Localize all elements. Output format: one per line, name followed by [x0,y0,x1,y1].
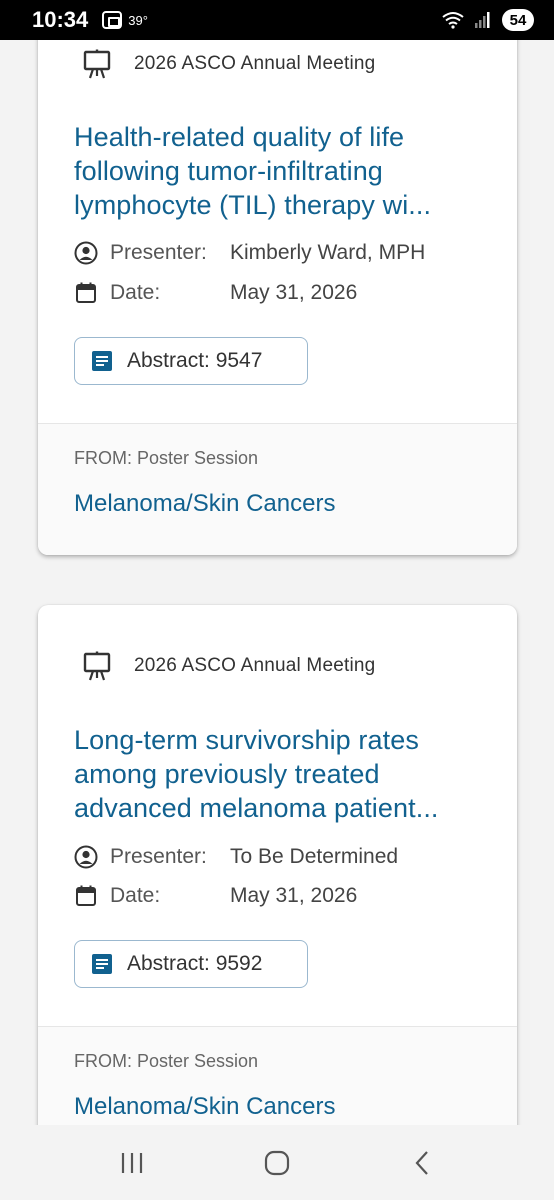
session-category-link[interactable]: Melanoma/Skin Cancers [74,490,335,518]
card-footer: FROM: Poster Session Melanoma/Skin Cance… [38,424,517,555]
person-icon [74,845,98,869]
recent-apps-button[interactable] [112,1143,152,1183]
presenter-name: To Be Determined [230,845,399,868]
title-line: Long-term survivorship rates [74,725,419,755]
session-card[interactable]: 2026 ASCO Annual Meeting Health-related … [38,40,517,555]
status-time: 10:34 [32,7,89,32]
title-line: among previously treated [74,759,380,789]
back-button[interactable] [402,1143,442,1183]
card-footer: FROM: Poster Session Melanoma/Skin Cance… [38,1027,517,1125]
signal-icon [475,12,490,28]
title-line: Health-related quality of life [74,122,405,152]
battery-indicator: 54 [502,9,534,31]
abstract-number: Abstract: 9547 [127,349,263,372]
session-title[interactable]: Long-term survivorship rates among previ… [74,723,494,825]
back-icon [415,1150,428,1175]
status-temperature: 39° [128,12,148,28]
calendar-icon [76,282,96,303]
home-button[interactable] [257,1143,297,1183]
date-label: Date: [110,884,161,907]
results-list[interactable]: 2026 ASCO Annual Meeting Health-related … [0,40,554,1125]
date-label: Date: [110,281,161,304]
date-value: May 31, 2026 [230,884,358,907]
session-category-link[interactable]: Melanoma/Skin Cancers [74,1093,335,1121]
from-label: FROM: Poster Session [74,448,259,468]
from-label: FROM: Poster Session [74,1051,259,1071]
abstract-button[interactable]: Abstract: 9592 [74,940,308,988]
system-nav-bar [0,1125,554,1200]
session-title[interactable]: Health-related quality of life following… [74,120,494,222]
meeting-row: 2026 ASCO Annual Meeting [82,651,375,681]
presenter-row: Presenter: To Be Determined [74,845,398,869]
session-card[interactable]: 2026 ASCO Annual Meeting Long-term survi… [38,605,517,1125]
wifi-icon [442,12,464,29]
date-row: Date: May 31, 2026 [74,884,357,908]
title-line: advanced melanoma patient... [74,793,439,823]
calendar-icon [76,885,96,906]
title-line: following tumor-infiltrating [74,156,383,186]
abstract-button[interactable]: Abstract: 9547 [74,337,308,385]
home-icon [264,1150,290,1175]
presenter-label: Presenter: [110,241,207,264]
title-line: lymphocyte (TIL) therapy wi... [74,190,432,220]
date-row: Date: May 31, 2026 [74,281,357,305]
presentation-easel-icon [83,49,111,79]
presenter-label: Presenter: [110,845,207,868]
recent-apps-icon [122,1152,143,1173]
presenter-row: Presenter: Kimberly Ward, MPH [74,241,425,265]
meeting-row: 2026 ASCO Annual Meeting [82,49,375,79]
status-right: 54 [442,9,534,31]
date-value: May 31, 2026 [230,281,358,304]
presenter-name: Kimberly Ward, MPH [230,241,426,264]
presentation-easel-icon [83,651,111,681]
meeting-name: 2026 ASCO Annual Meeting [134,53,376,74]
abstract-number: Abstract: 9592 [127,952,263,975]
person-icon [74,241,98,265]
document-icon [92,954,112,974]
meeting-name: 2026 ASCO Annual Meeting [134,655,376,676]
status-bar: 10:34 39° 54 [0,0,554,40]
document-icon [92,351,112,371]
screen-record-icon [102,11,123,29]
